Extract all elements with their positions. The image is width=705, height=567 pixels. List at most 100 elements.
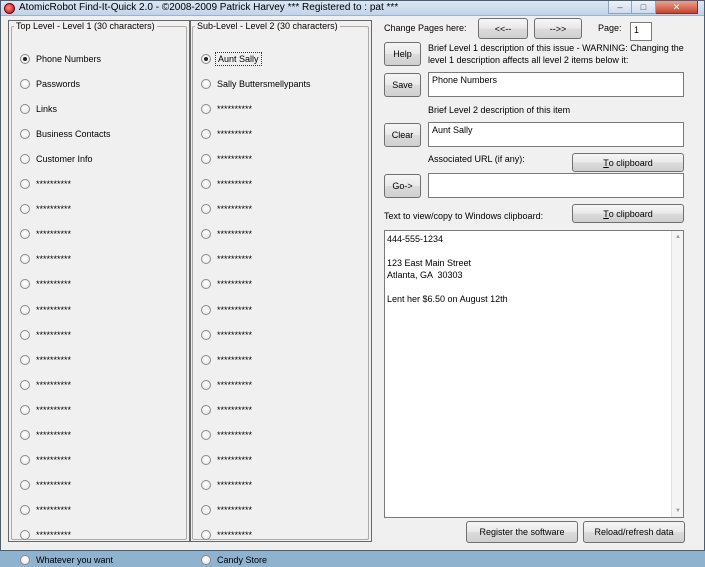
radio-button-icon[interactable] <box>20 530 30 540</box>
radio-button-icon[interactable] <box>201 79 211 89</box>
level1-radio-item[interactable]: ********** <box>20 227 73 241</box>
level1-radio-item[interactable]: ********** <box>20 353 73 367</box>
level2-radio-item[interactable]: ********** <box>201 303 254 317</box>
level2-radio-item[interactable]: ********** <box>201 453 254 467</box>
next-page-button[interactable]: -->> <box>534 18 582 39</box>
clipboard-textarea[interactable]: 444-555-1234 123 East Main Street Atlant… <box>384 230 684 518</box>
level1-radio-item[interactable]: Business Contacts <box>20 127 113 141</box>
go-button[interactable]: Go-> <box>384 174 421 198</box>
level2-radio-item[interactable]: ********** <box>201 277 254 291</box>
level1-radio-item[interactable]: Whatever you want <box>20 553 115 567</box>
radio-button-icon[interactable] <box>201 104 211 114</box>
url-field[interactable] <box>428 173 684 198</box>
register-button[interactable]: Register the software <box>466 521 578 543</box>
level2-radio-item[interactable]: ********** <box>201 127 254 141</box>
radio-button-icon[interactable] <box>20 154 30 164</box>
radio-button-icon[interactable] <box>20 505 30 515</box>
level1-radio-item[interactable]: Phone Numbers <box>20 52 103 66</box>
radio-button-icon[interactable] <box>20 405 30 415</box>
level1-radio-item[interactable]: ********** <box>20 252 73 266</box>
radio-button-icon[interactable] <box>201 505 211 515</box>
radio-button-icon[interactable] <box>201 555 211 565</box>
level2-radio-item[interactable]: Sally Buttersmellypants <box>201 77 313 91</box>
radio-button-icon[interactable] <box>201 405 211 415</box>
radio-button-icon[interactable] <box>20 355 30 365</box>
level2-radio-item[interactable]: ********** <box>201 152 254 166</box>
radio-button-icon[interactable] <box>20 179 30 189</box>
clear-button[interactable]: Clear <box>384 123 421 147</box>
radio-button-icon[interactable] <box>201 380 211 390</box>
radio-button-icon[interactable] <box>20 254 30 264</box>
level1-radio-item[interactable]: ********** <box>20 403 73 417</box>
radio-button-icon[interactable] <box>201 179 211 189</box>
level2-radio-item[interactable]: ********** <box>201 252 254 266</box>
reload-button[interactable]: Reload/refresh data <box>583 521 685 543</box>
radio-button-icon[interactable] <box>20 279 30 289</box>
radio-button-icon[interactable] <box>201 204 211 214</box>
level2-description-field[interactable]: Aunt Sally <box>428 122 684 147</box>
level2-radio-item[interactable]: ********** <box>201 202 254 216</box>
level1-radio-item[interactable]: ********** <box>20 478 73 492</box>
radio-button-icon[interactable] <box>20 430 30 440</box>
save-button[interactable]: Save <box>384 73 421 97</box>
radio-button-icon[interactable] <box>20 54 30 64</box>
radio-button-icon[interactable] <box>20 480 30 490</box>
radio-button-icon[interactable] <box>201 430 211 440</box>
close-button[interactable]: ✕ <box>656 1 698 14</box>
level2-radio-item[interactable]: ********** <box>201 378 254 392</box>
level2-radio-item[interactable]: ********** <box>201 177 254 191</box>
radio-button-icon[interactable] <box>20 129 30 139</box>
text-to-clipboard-button[interactable]: To clipboard <box>572 204 684 223</box>
level2-radio-item[interactable]: Candy Store <box>201 553 269 567</box>
level2-radio-item[interactable]: ********** <box>201 328 254 342</box>
radio-button-icon[interactable] <box>201 129 211 139</box>
scroll-up-icon[interactable]: ▲ <box>672 231 684 243</box>
level1-radio-item[interactable]: ********** <box>20 303 73 317</box>
level1-radio-item[interactable]: Links <box>20 102 59 116</box>
maximize-button[interactable]: □ <box>632 1 656 14</box>
level2-radio-item[interactable]: ********** <box>201 102 254 116</box>
radio-button-icon[interactable] <box>201 154 211 164</box>
level2-radio-item[interactable]: ********** <box>201 353 254 367</box>
level1-radio-item[interactable]: ********** <box>20 378 73 392</box>
level1-radio-item[interactable]: ********** <box>20 503 73 517</box>
radio-button-icon[interactable] <box>20 555 30 565</box>
level2-radio-item[interactable]: ********** <box>201 528 254 542</box>
level1-radio-item[interactable]: ********** <box>20 428 73 442</box>
radio-button-icon[interactable] <box>20 79 30 89</box>
level1-radio-item[interactable]: ********** <box>20 328 73 342</box>
radio-button-icon[interactable] <box>20 380 30 390</box>
minimize-button[interactable]: – <box>608 1 632 14</box>
level1-radio-item[interactable]: ********** <box>20 177 73 191</box>
scroll-down-icon[interactable]: ▼ <box>672 505 684 517</box>
radio-button-icon[interactable] <box>20 104 30 114</box>
level2-radio-item[interactable]: ********** <box>201 227 254 241</box>
level1-radio-item[interactable]: ********** <box>20 528 73 542</box>
radio-button-icon[interactable] <box>201 54 211 64</box>
radio-button-icon[interactable] <box>201 480 211 490</box>
level1-description-field[interactable]: Phone Numbers <box>428 72 684 97</box>
level1-radio-item[interactable]: Passwords <box>20 77 82 91</box>
radio-button-icon[interactable] <box>20 330 30 340</box>
page-number-field[interactable]: 1 <box>630 22 652 41</box>
radio-button-icon[interactable] <box>20 229 30 239</box>
memo-scrollbar[interactable]: ▲ ▼ <box>671 231 683 517</box>
level2-radio-item[interactable]: ********** <box>201 403 254 417</box>
level2-radio-item[interactable]: ********** <box>201 503 254 517</box>
level1-radio-item[interactable]: ********** <box>20 277 73 291</box>
radio-button-icon[interactable] <box>201 530 211 540</box>
url-to-clipboard-button[interactable]: To clipboard <box>572 153 684 172</box>
radio-button-icon[interactable] <box>201 355 211 365</box>
level1-radio-item[interactable]: ********** <box>20 202 73 216</box>
help-button[interactable]: Help <box>384 42 421 66</box>
level1-radio-item[interactable]: Customer Info <box>20 152 95 166</box>
prev-page-button[interactable]: <<-- <box>478 18 528 39</box>
level2-radio-item[interactable]: Aunt Sally <box>201 52 262 66</box>
radio-button-icon[interactable] <box>201 330 211 340</box>
level1-radio-item[interactable]: ********** <box>20 453 73 467</box>
radio-button-icon[interactable] <box>20 204 30 214</box>
radio-button-icon[interactable] <box>201 305 211 315</box>
radio-button-icon[interactable] <box>201 455 211 465</box>
title-bar[interactable]: AtomicRobot Find-It-Quick 2.0 - ©2008-20… <box>1 1 704 16</box>
radio-button-icon[interactable] <box>201 229 211 239</box>
